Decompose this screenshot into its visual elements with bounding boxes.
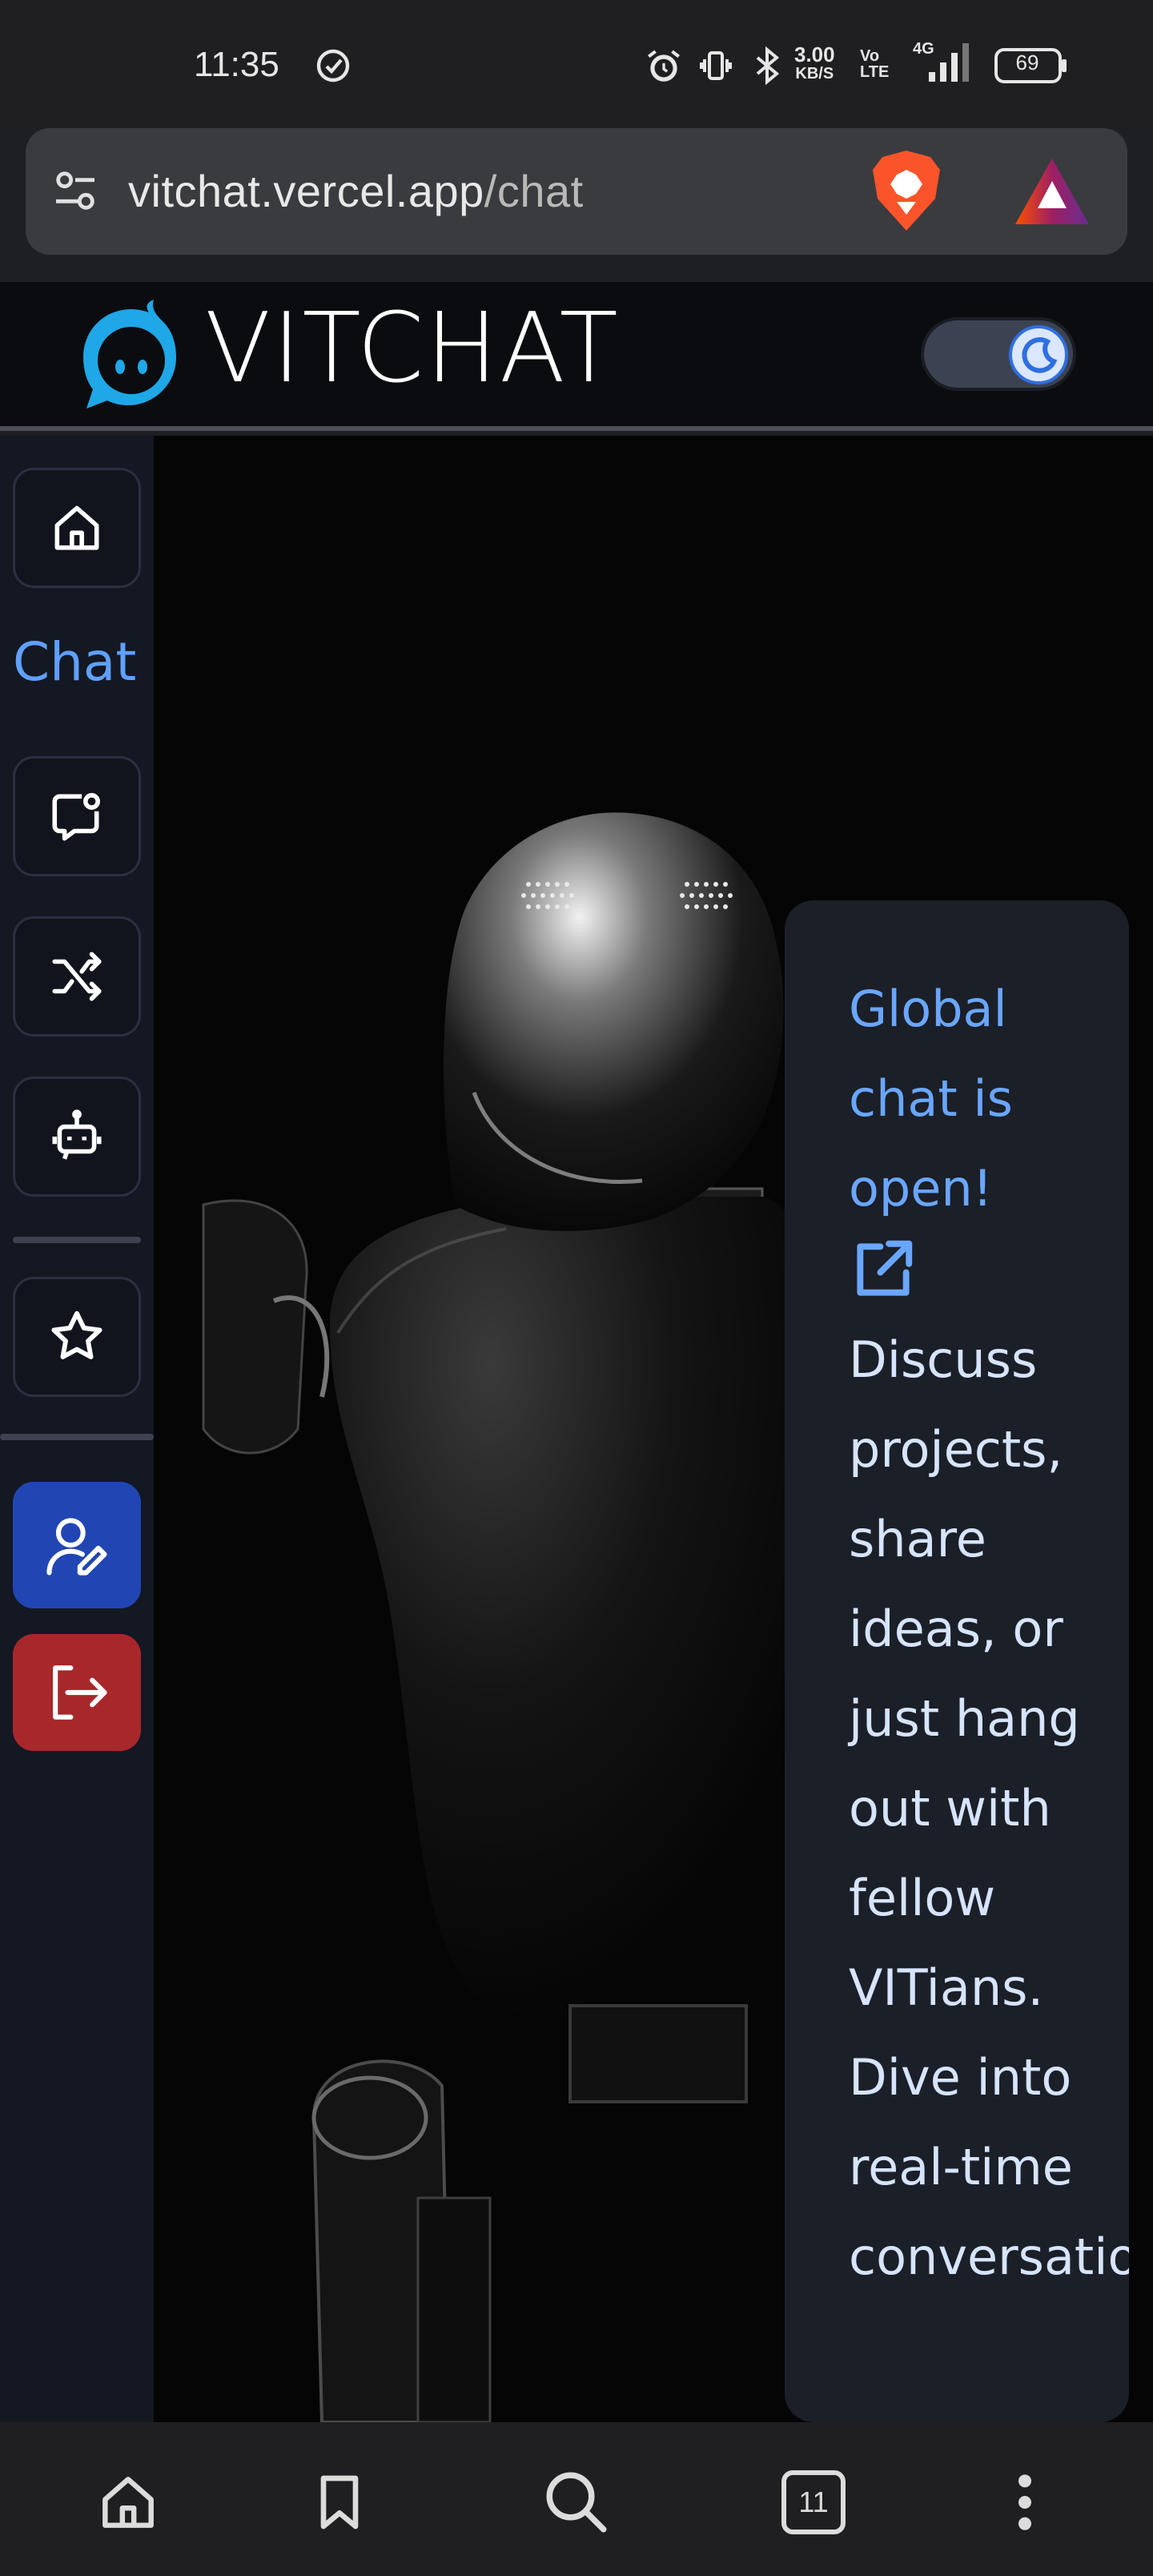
moon-icon[interactable]: [1009, 325, 1068, 384]
battery-icon: 69: [994, 48, 1068, 87]
nav-search-button[interactable]: [536, 2462, 617, 2542]
sidebar-item-bot[interactable]: [13, 1077, 141, 1197]
nav-more-button[interactable]: [985, 2462, 1065, 2542]
sidebar-item-chat[interactable]: [13, 756, 141, 876]
site-settings-icon[interactable]: [50, 165, 101, 219]
notice-card: Global chat is open! Discuss projects, s…: [785, 900, 1129, 2422]
browser-bottom-nav: 11: [0, 2422, 1153, 2576]
check-circle-icon: [314, 46, 352, 88]
url-bar[interactable]: vitchat.vercel.app/chat: [26, 128, 1127, 255]
brave-shield-icon[interactable]: [866, 147, 946, 239]
bot-icon: [52, 1109, 102, 1160]
status-time: 11:35: [194, 45, 279, 84]
star-icon: [51, 1310, 102, 1359]
nav-bookmark-button[interactable]: [299, 2462, 380, 2542]
more-icon: [1018, 2474, 1031, 2530]
sidebar-divider: [13, 1237, 141, 1243]
net-speed: 3.00 KB/S: [794, 42, 835, 83]
nav-tabs-button[interactable]: 11: [773, 2462, 854, 2542]
nav-home-button[interactable]: [88, 2462, 168, 2542]
tabs-icon: 11: [781, 2470, 846, 2534]
external-link-icon[interactable]: [849, 1235, 918, 1307]
url-text[interactable]: vitchat.vercel.app/chat: [128, 165, 584, 217]
main-content: Global chat is open! Discuss projects, s…: [154, 436, 1153, 2422]
notice-title: Global chat is open!: [849, 980, 1013, 1218]
home-icon: [102, 2477, 154, 2528]
shuffle-icon: [52, 952, 102, 1001]
brave-rewards-icon[interactable]: [1012, 155, 1092, 231]
signal-icon: 4G: [913, 40, 980, 88]
search-icon: [546, 2472, 607, 2533]
sidebar-item-logout[interactable]: [13, 1634, 141, 1751]
home-icon: [54, 505, 99, 550]
sidebar-item-home[interactable]: [13, 468, 141, 588]
sidebar-section-label: Chat: [13, 631, 137, 693]
user-edit-icon: [46, 1518, 107, 1576]
theme-toggle[interactable]: [921, 317, 1076, 391]
logout-icon: [53, 1665, 107, 1720]
chat-bubble-icon: [52, 793, 100, 841]
status-bar: 11:35 3.00 KB/S Vo LTE 4G 69: [0, 0, 1153, 128]
alarm-icon: [644, 46, 684, 90]
sidebar-item-random[interactable]: [13, 916, 141, 1036]
app-header: VITCHAT: [0, 282, 1153, 431]
sidebar: Chat: [0, 436, 154, 2422]
sidebar-item-favorites[interactable]: [13, 1277, 141, 1397]
vibrate-icon: [697, 46, 735, 88]
app-title[interactable]: VITCHAT: [205, 293, 620, 405]
bookmark-icon: [320, 2475, 359, 2530]
bluetooth-icon: [748, 46, 786, 88]
notice-body: Discuss projects, share ideas, or just h…: [849, 1330, 1129, 2286]
volte-label: Vo LTE: [860, 47, 890, 81]
sidebar-item-edit-profile[interactable]: [13, 1482, 141, 1608]
sidebar-divider: [0, 1434, 154, 1440]
vitchat-logo-icon[interactable]: [74, 293, 186, 425]
